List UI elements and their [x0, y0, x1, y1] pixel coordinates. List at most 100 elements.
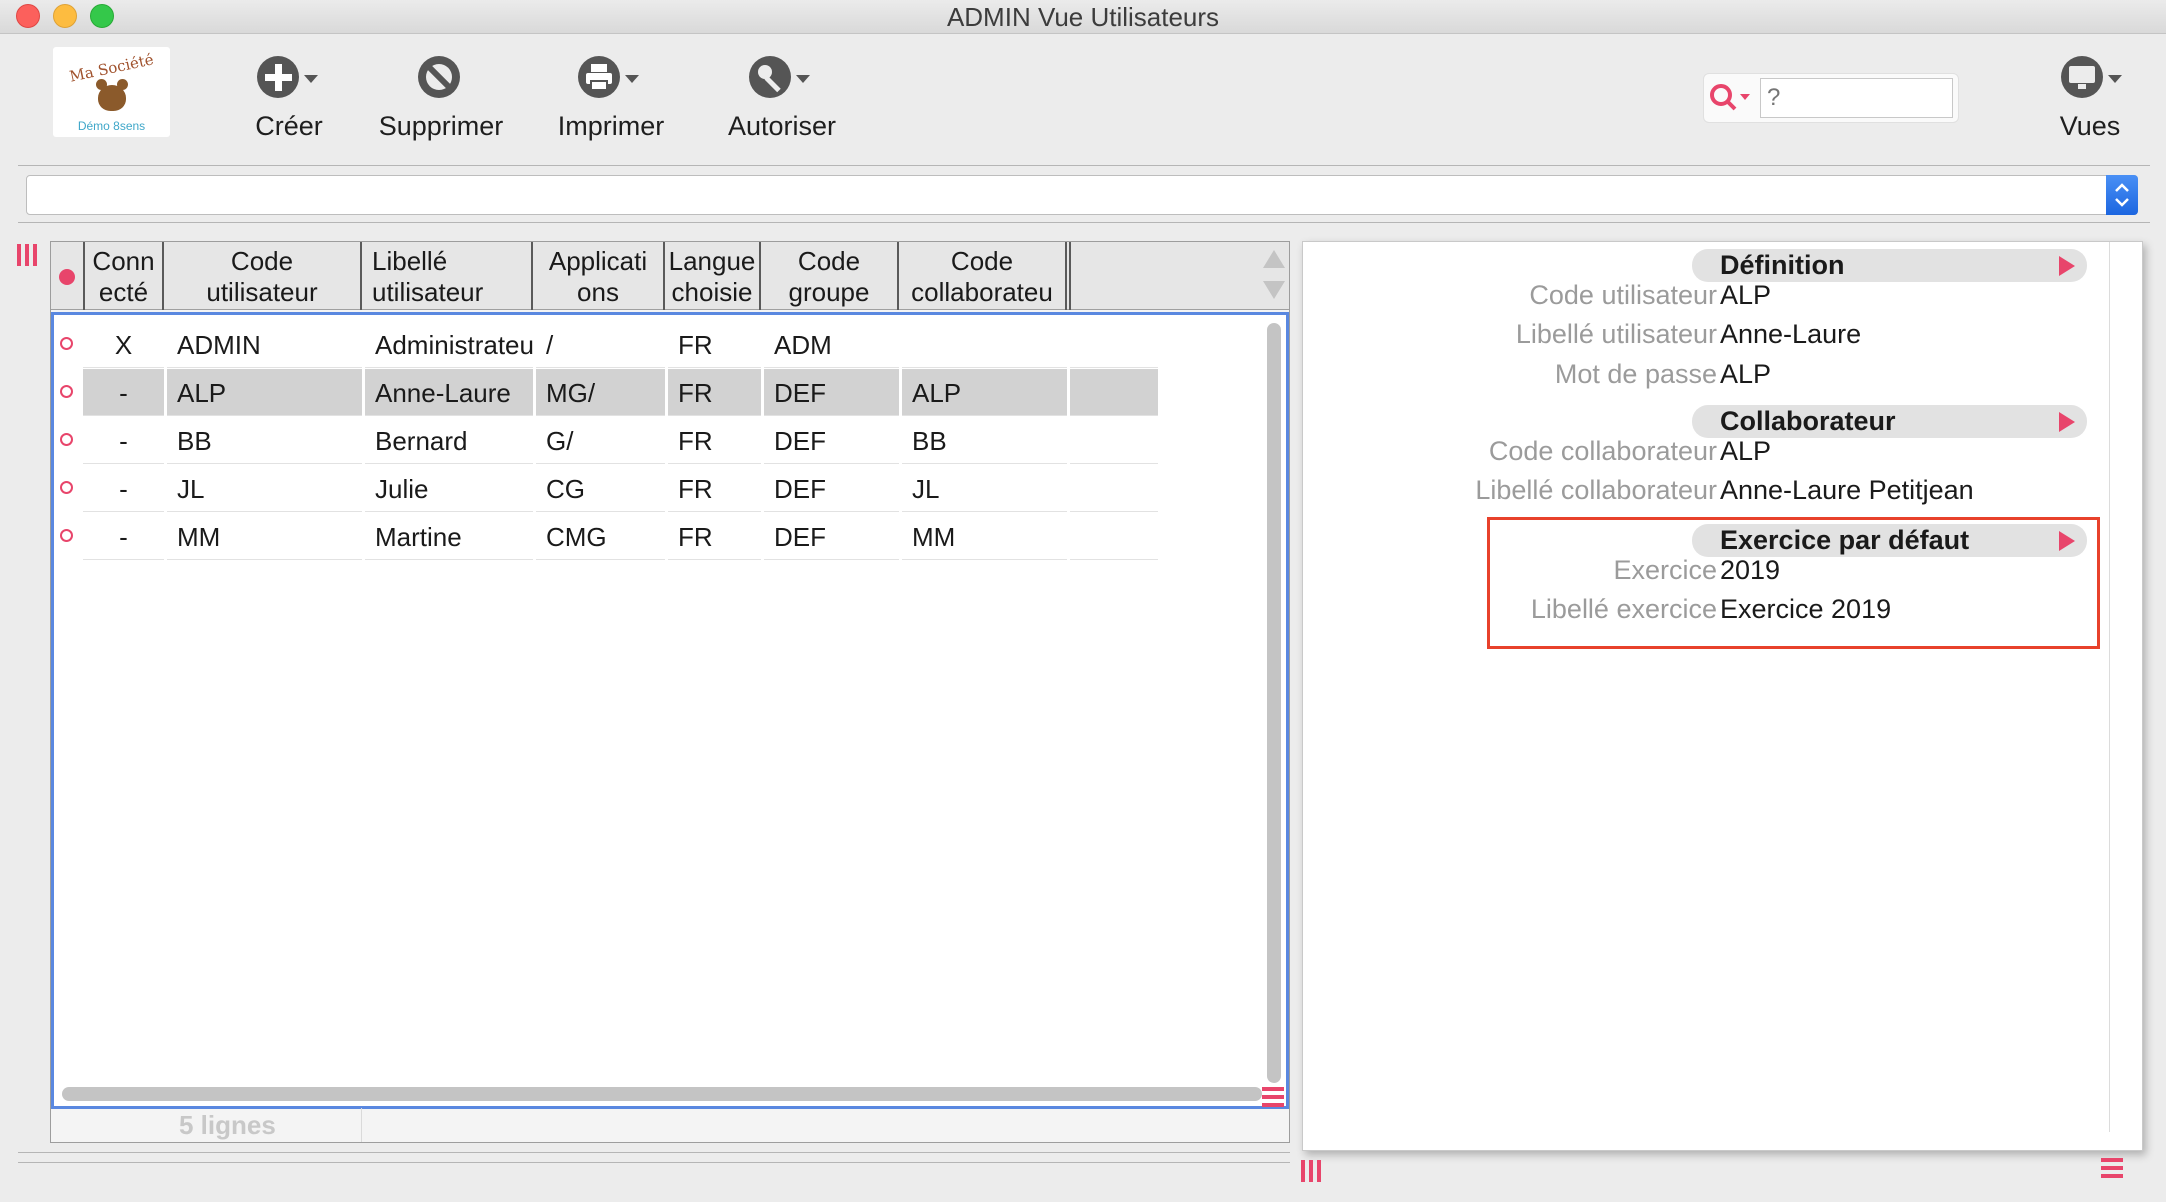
- disclosure-triangle-icon[interactable]: [2059, 256, 2075, 276]
- teddy-bear-icon: [96, 79, 128, 111]
- views-button[interactable]: Vues: [2040, 53, 2140, 142]
- dropdown-arrow-icon: [625, 75, 639, 83]
- cell-group: DEF: [764, 465, 899, 512]
- print-button[interactable]: Imprimer: [551, 53, 671, 142]
- col-header-group[interactable]: Code groupe: [761, 242, 899, 310]
- bottom-divider: [18, 1162, 1290, 1163]
- detail-resize-handle[interactable]: [2101, 1158, 2123, 1178]
- combo-divider: [18, 222, 2150, 223]
- col-header-connected[interactable]: Conn ecté: [83, 242, 164, 310]
- plus-circle-icon: [257, 56, 299, 98]
- cell-label: Martine: [365, 513, 533, 560]
- scroll-up-arrow-icon[interactable]: [1263, 250, 1285, 268]
- vertical-scrollbar[interactable]: [1267, 323, 1281, 1083]
- col-header-text: Code: [230, 246, 294, 276]
- cell-language: FR: [668, 321, 761, 368]
- cell-connected: -: [83, 465, 164, 512]
- monitor-icon: [2061, 56, 2103, 98]
- cell-extra: [1070, 465, 1158, 512]
- users-table[interactable]: X ADMIN Administrateur / FR ADM - ALP Anne-Laure…: [51, 312, 1289, 1109]
- cell-apps: CMG: [536, 513, 665, 560]
- cell-code: ADMIN: [167, 321, 362, 368]
- horizontal-scrollbar[interactable]: [62, 1087, 1262, 1101]
- row-count-label: 5 lignes: [179, 1110, 276, 1140]
- col-header-text: collaborateu: [911, 277, 1053, 307]
- field-value: ALP: [1720, 359, 1772, 389]
- dropdown-arrow-icon: [796, 75, 810, 83]
- cell-language: FR: [668, 369, 761, 416]
- scroll-down-arrow-icon[interactable]: [1263, 281, 1285, 299]
- field-label: Mot de passe: [1554, 359, 1717, 389]
- left-splitter-handle[interactable]: [17, 244, 37, 266]
- col-header-text: choisie: [671, 277, 753, 307]
- print-label: Imprimer: [557, 111, 665, 141]
- cell-label: Bernard: [365, 417, 533, 464]
- cell-group: DEF: [764, 417, 899, 464]
- section-title: Collaborateur: [1720, 406, 1896, 436]
- col-header-language[interactable]: Langue choisie: [665, 242, 761, 310]
- cell-group: DEF: [764, 513, 899, 560]
- printer-icon: [578, 56, 620, 98]
- cell-apps: /: [536, 321, 665, 368]
- table-row[interactable]: X ADMIN Administrateur / FR ADM: [54, 321, 1286, 369]
- list-resize-handle[interactable]: [1262, 1087, 1284, 1107]
- delete-button[interactable]: Supprimer: [373, 53, 509, 142]
- disclosure-triangle-icon[interactable]: [2059, 412, 2075, 432]
- cell-code: JL: [167, 465, 362, 512]
- section-header-collaborator[interactable]: Collaborateur: [1692, 405, 2087, 438]
- table-row[interactable]: - BB Bernard G/FR DEF BB: [54, 417, 1286, 465]
- col-header-extra: [1067, 242, 1071, 310]
- company-logo: Ma Société Démo 8sens: [53, 47, 170, 137]
- logo-name: Ma Société: [67, 50, 156, 86]
- view-selector-combo[interactable]: [26, 175, 2138, 215]
- cell-code: BB: [167, 417, 362, 464]
- cell-collaborator: JL: [902, 465, 1067, 512]
- delete-label: Supprimer: [378, 111, 504, 141]
- field-value: ALP: [1720, 436, 1772, 466]
- table-row[interactable]: - MM Martine CMG FR DEF MM: [54, 513, 1286, 561]
- col-header-text: Code: [797, 246, 861, 276]
- toolbar: Ma Société Démo 8sens Créer Supprimer Im…: [0, 35, 2166, 165]
- col-header-code[interactable]: Code utilisateur: [164, 242, 362, 310]
- highlight-box: [1487, 517, 2100, 649]
- row-status-circle-icon: [60, 385, 73, 398]
- prohibited-icon: [418, 56, 460, 98]
- bottom-divider: [18, 1152, 1290, 1153]
- combo-stepper-icon[interactable]: [2106, 175, 2138, 215]
- table-row[interactable]: - JL Julie CG FR DEF JL: [54, 465, 1286, 513]
- cell-collaborator: [902, 321, 1067, 368]
- col-header-text: Langue: [668, 246, 756, 276]
- cell-apps: MG/: [536, 369, 665, 416]
- toolbar-divider: [18, 165, 2150, 166]
- table-row[interactable]: - ALP Anne-Laure MG/FR DEF ALP: [54, 369, 1286, 417]
- col-header-text: Conn: [92, 246, 155, 276]
- row-status-circle-icon: [60, 481, 73, 494]
- search-icon[interactable]: [1708, 82, 1754, 116]
- footer-divider: [361, 1108, 362, 1142]
- field-label: Code utilisateur: [1529, 280, 1717, 310]
- field-value: ALP: [1720, 280, 1772, 310]
- right-splitter-handle[interactable]: [1301, 1160, 1321, 1182]
- cell-apps: CG: [536, 465, 665, 512]
- cell-apps: G/: [536, 417, 665, 464]
- create-button[interactable]: Créer: [244, 53, 334, 142]
- authorize-button[interactable]: Autoriser: [722, 53, 842, 142]
- section-title: Définition: [1720, 250, 1845, 280]
- cell-label: Anne-Laure: [365, 369, 533, 416]
- col-header-text: Libellé utilisateur: [372, 246, 484, 307]
- user-detail-panel: Définition Code utilisateur ALP Libellé uti…: [1302, 241, 2143, 1151]
- cell-code: ALP: [167, 369, 362, 416]
- col-header-label[interactable]: Libellé utilisateur: [362, 242, 533, 310]
- status-column-icon[interactable]: [59, 269, 75, 285]
- cell-collaborator: MM: [902, 513, 1067, 560]
- col-header-collaborator[interactable]: Code collaborateu: [899, 242, 1067, 310]
- search-box: [1703, 73, 1959, 123]
- list-header: Conn ecté Code utilisateur Libellé utili…: [51, 242, 1289, 310]
- col-header-text: Code: [950, 246, 1014, 276]
- cell-language: FR: [668, 465, 761, 512]
- section-header-definition[interactable]: Définition: [1692, 249, 2087, 282]
- col-header-text: groupe: [788, 277, 870, 307]
- col-header-apps[interactable]: Applicati ons: [533, 242, 665, 310]
- search-input[interactable]: [1760, 78, 1953, 118]
- col-header-text: utilisateur: [206, 277, 318, 307]
